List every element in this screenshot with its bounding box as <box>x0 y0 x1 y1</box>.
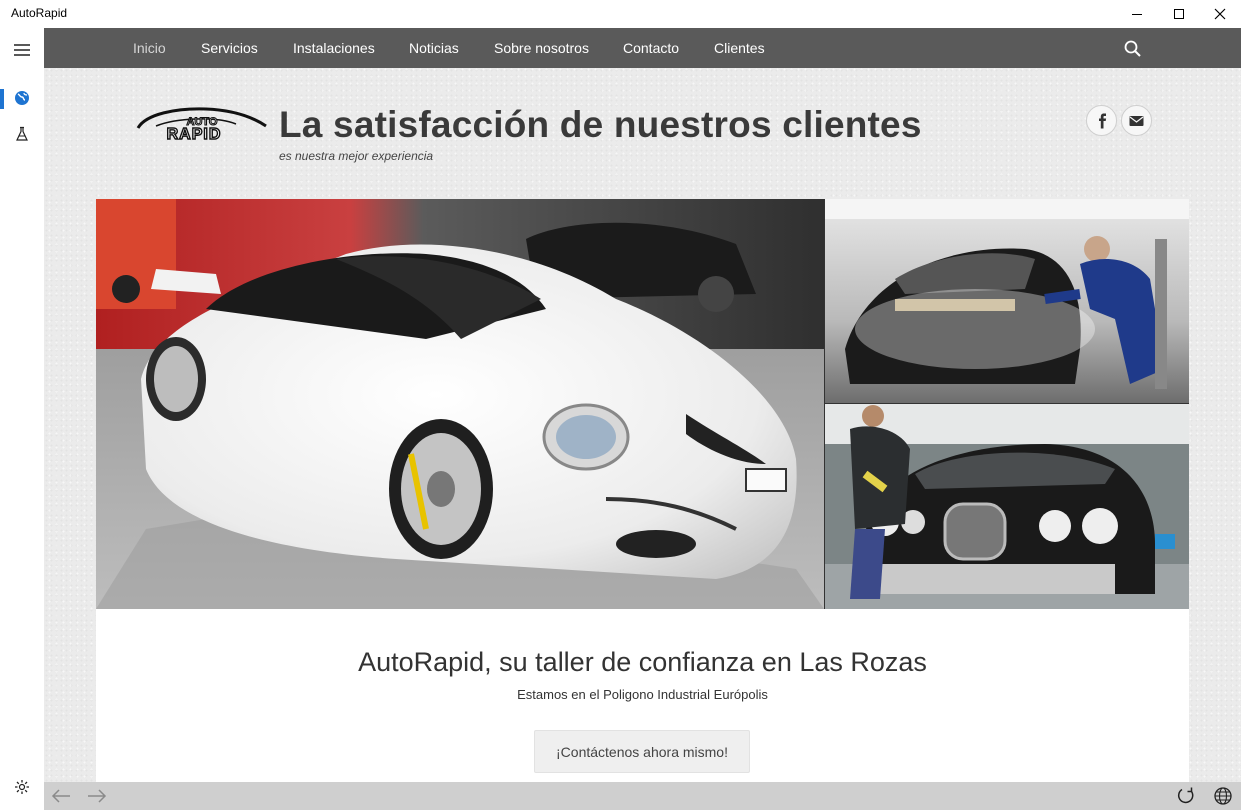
refresh-icon <box>1178 787 1194 804</box>
email-button[interactable] <box>1121 105 1152 136</box>
arrow-right-icon <box>88 789 107 803</box>
autorapid-logo[interactable]: AUTO RAPID <box>136 106 268 144</box>
close-icon <box>1214 8 1226 20</box>
arrow-left-icon <box>51 789 70 803</box>
maximize-button[interactable] <box>1157 0 1201 28</box>
window-title: AutoRapid <box>11 6 68 20</box>
hamburger-menu-icon <box>14 44 30 56</box>
gear-icon <box>15 780 29 794</box>
search-button[interactable] <box>1122 38 1144 60</box>
globe-icon <box>15 91 29 105</box>
rail-item-browse[interactable] <box>0 80 44 116</box>
nav-item-noticias[interactable]: Noticias <box>409 40 459 56</box>
bottom-app-bar <box>44 782 1241 810</box>
nav-item-servicios[interactable]: Servicios <box>201 40 258 56</box>
globe-outline-icon <box>1214 787 1232 805</box>
rail-item-labs[interactable] <box>0 116 44 152</box>
mail-icon <box>1129 115 1144 126</box>
close-button[interactable] <box>1198 0 1241 28</box>
hero-collage <box>96 199 1189 609</box>
refresh-button[interactable] <box>1173 784 1199 808</box>
logo-bottom-text: RAPID <box>167 126 222 142</box>
left-rail <box>0 28 44 810</box>
nav-item-sobre-nosotros[interactable]: Sobre nosotros <box>494 40 589 56</box>
nav-item-clientes[interactable]: Clientes <box>714 40 765 56</box>
intro-title: AutoRapid, su taller de confianza en Las… <box>358 647 927 677</box>
settings-button[interactable] <box>10 775 34 799</box>
mechanic-with-jaguar-photo <box>825 404 1189 609</box>
nav-item-instalaciones[interactable]: Instalaciones <box>293 40 375 56</box>
white-sports-car-photo <box>96 199 824 609</box>
search-icon <box>1124 40 1141 57</box>
nav-item-contacto[interactable]: Contacto <box>623 40 679 56</box>
open-in-browser-button[interactable] <box>1210 784 1236 808</box>
facebook-icon <box>1098 113 1106 128</box>
back-button[interactable] <box>48 784 74 808</box>
minimize-icon <box>1132 14 1142 15</box>
page-tagline: es nuestra mejor experiencia <box>279 149 434 163</box>
car-painting-booth-photo <box>825 199 1189 403</box>
intro-panel: AutoRapid, su taller de confianza en Las… <box>96 609 1189 782</box>
hamburger-menu-button[interactable] <box>0 32 44 68</box>
maximize-icon <box>1174 9 1184 19</box>
minimize-button[interactable] <box>1115 0 1159 28</box>
forward-button[interactable] <box>84 784 110 808</box>
title-bar: AutoRapid <box>0 0 1241 28</box>
page-headline: La satisfacción de nuestros clientes <box>279 104 922 145</box>
top-navigation: Inicio Servicios Instalaciones Noticias … <box>44 28 1241 68</box>
intro-subtitle: Estamos en el Poligono Industrial Európo… <box>517 687 768 702</box>
web-content: Inicio Servicios Instalaciones Noticias … <box>44 28 1241 782</box>
contact-now-button[interactable]: ¡Contáctenos ahora mismo! <box>534 730 750 773</box>
nav-item-inicio[interactable]: Inicio <box>133 40 166 56</box>
facebook-button[interactable] <box>1086 105 1117 136</box>
flask-icon <box>16 126 28 141</box>
